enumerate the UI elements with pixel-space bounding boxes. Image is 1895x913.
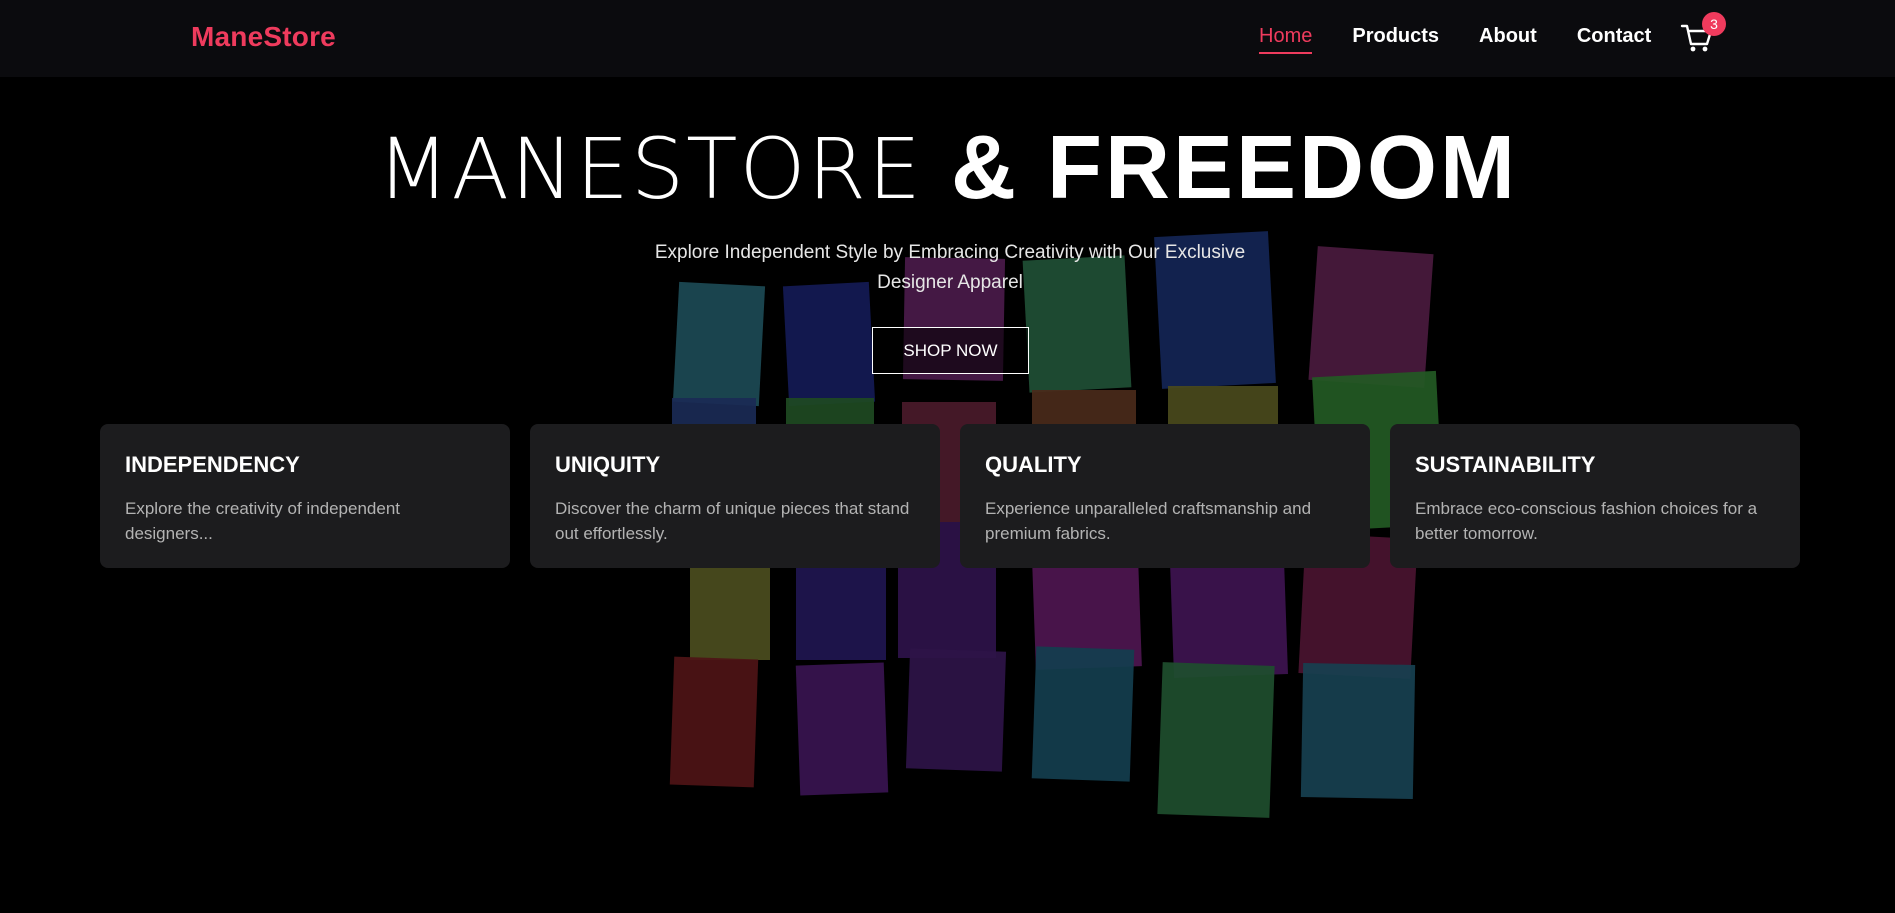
feature-card-desc: Embrace eco-conscious fashion choices fo…	[1415, 499, 1758, 543]
mosaic-tile	[672, 281, 766, 407]
mosaic-tile	[1300, 663, 1416, 799]
mosaic-tile	[690, 560, 770, 660]
feature-card-title: SUSTAINABILITY	[1415, 452, 1596, 477]
feature-card-desc: Discover the charm of unique pieces that…	[555, 499, 910, 543]
mosaic-tile	[1157, 662, 1275, 818]
feature-card-desc: Experience unparalleled craftsmanship an…	[985, 499, 1312, 543]
nav-link-products[interactable]: Products	[1352, 25, 1439, 54]
feature-card-title: INDEPENDENCY	[125, 452, 300, 477]
nav-link-about[interactable]: About	[1479, 25, 1537, 54]
feature-card-title: UNIQUITY	[555, 452, 661, 477]
mosaic-tile	[1308, 246, 1434, 388]
mosaic-tile	[669, 656, 759, 788]
cart-count-badge: 3	[1702, 12, 1726, 36]
brand-logo[interactable]: ManeStore	[191, 21, 336, 53]
mosaic-tile	[795, 662, 889, 796]
nav-links: Home Products About Contact	[1259, 25, 1691, 54]
hero-title-bold: & FREEDOM	[951, 118, 1519, 218]
mosaic-tile	[1031, 646, 1135, 782]
shop-now-button[interactable]: SHOP NOW	[872, 327, 1029, 374]
mosaic-tile	[905, 648, 1007, 772]
navbar: ManeStore Home Products About Contact 3	[0, 0, 1895, 77]
feature-cards: INDEPENDENCY Explore the creativity of i…	[100, 424, 1801, 568]
mosaic-tile	[1170, 558, 1288, 678]
hero-title: MANESTORE & FREEDOM	[0, 118, 1895, 219]
nav-link-contact[interactable]: Contact	[1577, 25, 1651, 54]
hero-subtitle: Explore Independent Style by Embracing C…	[654, 242, 1246, 293]
feature-card-sustainability: SUSTAINABILITY Embrace eco-conscious fas…	[1390, 424, 1800, 568]
nav-link-home[interactable]: Home	[1259, 25, 1313, 54]
feature-card-uniquity: UNIQUITY Discover the charm of unique pi…	[530, 424, 940, 568]
feature-card-quality: QUALITY Experience unparalleled craftsma…	[960, 424, 1370, 568]
mosaic-tile	[782, 281, 876, 407]
feature-card-title: QUALITY	[985, 452, 1082, 477]
mosaic-tile	[796, 556, 886, 660]
mosaic-tile	[1168, 386, 1278, 426]
feature-card-independency: INDEPENDENCY Explore the creativity of i…	[100, 424, 510, 568]
feature-card-desc: Explore the creativity of independent de…	[125, 499, 401, 543]
hero-title-light: MANESTORE	[376, 120, 924, 218]
